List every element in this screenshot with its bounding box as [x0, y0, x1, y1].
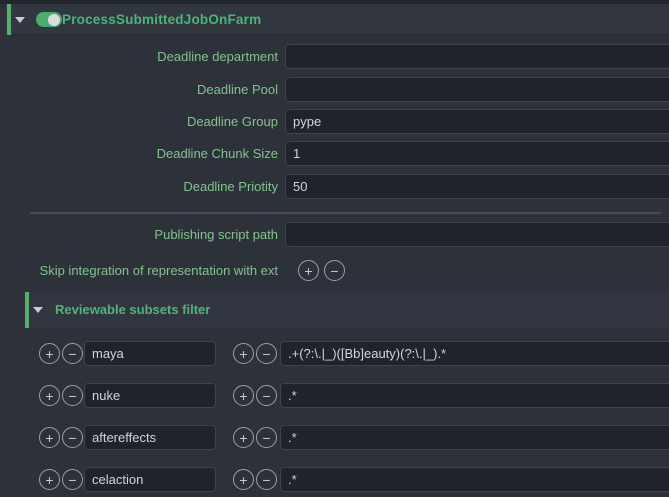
- deadline-priority-input[interactable]: [285, 174, 669, 199]
- plus-icon: +: [239, 345, 247, 363]
- minus-icon: −: [330, 262, 338, 280]
- publishing-script-path-input[interactable]: [285, 222, 669, 247]
- plugin-title: ProcessSubmittedJobOnFarm: [62, 4, 261, 35]
- field-label-deadline-chunk-size: Deadline Chunk Size: [0, 141, 278, 166]
- plugin-header-accent-bar: [7, 4, 11, 35]
- row-aftereffects-key-remove-button[interactable]: −: [62, 427, 83, 448]
- deadline-chunk-size-input[interactable]: [285, 141, 669, 166]
- row-celaction-value-input[interactable]: [280, 467, 669, 492]
- separator: [30, 212, 661, 214]
- row-maya-value-input[interactable]: [280, 341, 669, 366]
- row-celaction-value-add-button[interactable]: +: [233, 469, 254, 490]
- row-celaction-value-remove-button[interactable]: −: [256, 469, 277, 490]
- field-label-deadline-department: Deadline department: [0, 44, 278, 69]
- reviewable-section-accent-bar: [25, 292, 29, 328]
- row-celaction-key-remove-button[interactable]: −: [62, 469, 83, 490]
- toggle-knob-icon: [48, 14, 60, 26]
- skip-integration-remove-button[interactable]: −: [324, 260, 345, 281]
- deadline-department-input[interactable]: [285, 44, 669, 69]
- row-maya-key-add-button[interactable]: +: [39, 343, 60, 364]
- row-celaction-key-add-button[interactable]: +: [39, 469, 60, 490]
- plus-icon: +: [45, 345, 53, 363]
- row-aftereffects-value-input[interactable]: [280, 425, 669, 450]
- row-maya-key-input[interactable]: [84, 341, 216, 366]
- field-label-skip-integration: Skip integration of representation with …: [0, 258, 278, 283]
- row-nuke-value-remove-button[interactable]: −: [256, 385, 277, 406]
- plus-icon: +: [45, 387, 53, 405]
- row-maya-value-remove-button[interactable]: −: [256, 343, 277, 364]
- field-label-deadline-pool: Deadline Pool: [0, 77, 278, 102]
- minus-icon: −: [262, 387, 270, 405]
- row-nuke-key-add-button[interactable]: +: [39, 385, 60, 406]
- plus-icon: +: [239, 429, 247, 447]
- skip-integration-add-button[interactable]: +: [298, 260, 319, 281]
- row-maya-value-add-button[interactable]: +: [233, 343, 254, 364]
- row-aftereffects-value-add-button[interactable]: +: [233, 427, 254, 448]
- row-celaction-key-input[interactable]: [84, 467, 216, 492]
- row-aftereffects-value-remove-button[interactable]: −: [256, 427, 277, 448]
- deadline-group-input[interactable]: [285, 109, 669, 134]
- row-aftereffects-key-input[interactable]: [84, 425, 216, 450]
- collapse-arrow-icon[interactable]: [15, 17, 25, 23]
- minus-icon: −: [262, 345, 270, 363]
- row-nuke-key-remove-button[interactable]: −: [62, 385, 83, 406]
- minus-icon: −: [68, 471, 76, 489]
- field-label-publishing-script-path: Publishing script path: [0, 222, 278, 247]
- field-label-deadline-priority: Deadline Priotity: [0, 174, 278, 199]
- minus-icon: −: [68, 429, 76, 447]
- plus-icon: +: [45, 429, 53, 447]
- row-nuke-key-input[interactable]: [84, 383, 216, 408]
- plus-icon: +: [304, 262, 312, 280]
- section-collapse-arrow-icon[interactable]: [33, 307, 43, 313]
- row-nuke-value-add-button[interactable]: +: [233, 385, 254, 406]
- row-aftereffects-key-add-button[interactable]: +: [39, 427, 60, 448]
- deadline-pool-input[interactable]: [285, 77, 669, 102]
- row-maya-key-remove-button[interactable]: −: [62, 343, 83, 364]
- field-label-deadline-group: Deadline Group: [0, 109, 278, 134]
- minus-icon: −: [68, 387, 76, 405]
- plus-icon: +: [239, 471, 247, 489]
- settings-panel: ProcessSubmittedJobOnFarm Deadline depar…: [0, 0, 669, 497]
- minus-icon: −: [68, 345, 76, 363]
- plugin-enabled-toggle[interactable]: [36, 12, 62, 27]
- reviewable-section-title: Reviewable subsets filter: [55, 292, 210, 328]
- plus-icon: +: [45, 471, 53, 489]
- plus-icon: +: [239, 387, 247, 405]
- minus-icon: −: [262, 429, 270, 447]
- minus-icon: −: [262, 471, 270, 489]
- row-nuke-value-input[interactable]: [280, 383, 669, 408]
